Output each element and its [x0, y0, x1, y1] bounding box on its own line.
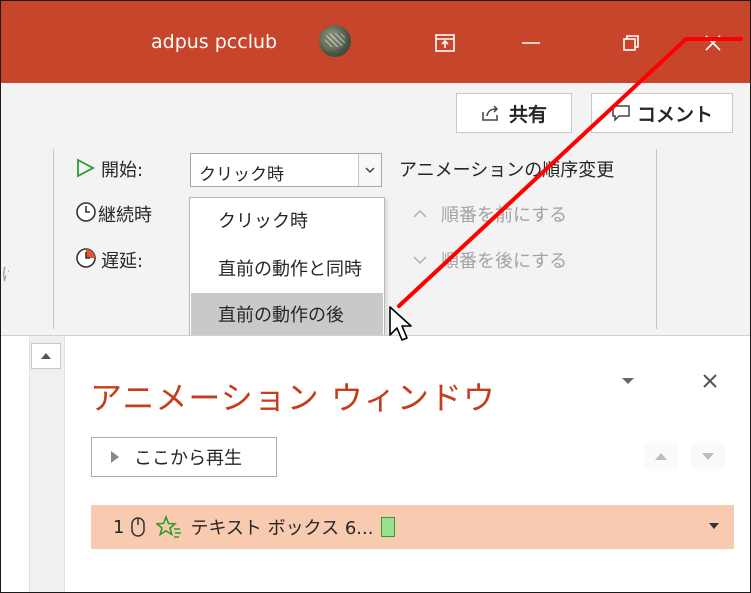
animation-list-item[interactable]: 1 テキスト ボックス 6...	[91, 505, 734, 549]
close-icon	[703, 374, 717, 388]
triangle-up-icon	[41, 353, 51, 359]
chevron-down-icon	[365, 167, 375, 174]
play-icon	[111, 451, 119, 463]
reorder-title: アニメーションの順序変更	[399, 160, 615, 181]
start-select-dropdown-button[interactable]	[358, 154, 381, 186]
move-later-icon	[413, 256, 427, 265]
delay-label: 遅延:	[101, 251, 144, 272]
move-up-button[interactable]	[644, 443, 678, 473]
play-from-button[interactable]: ここから再生	[91, 437, 277, 477]
scrollbar[interactable]	[29, 336, 65, 592]
move-earlier-icon	[413, 209, 427, 218]
triangle-up-icon	[644, 443, 678, 469]
start-dropdown-menu: クリック時 直前の動作と同時 直前の動作の後	[189, 197, 385, 341]
move-later-button[interactable]: 順番を後にする	[441, 247, 567, 273]
app-window: adpus pcclub 共有 コメント 開始: クリック時 アニメーションの順…	[0, 0, 751, 593]
comment-icon	[612, 105, 630, 122]
star-effect-icon	[156, 515, 182, 538]
restore-icon	[623, 35, 639, 51]
minimize-button[interactable]	[511, 23, 551, 63]
animation-item-text: テキスト ボックス 6...	[190, 518, 374, 539]
ribbon-display-icon	[435, 34, 455, 52]
group-separator	[656, 149, 657, 329]
account-name[interactable]: adpus pcclub	[151, 27, 277, 57]
pane-options-button[interactable]	[621, 371, 635, 390]
clock-icon	[76, 202, 96, 222]
pane-close-button[interactable]	[701, 367, 719, 397]
close-button[interactable]	[693, 23, 733, 63]
move-earlier-button[interactable]: 順番を前にする	[441, 201, 567, 227]
restore-button[interactable]	[611, 23, 651, 63]
start-select[interactable]: クリック時	[190, 153, 382, 187]
group-separator	[53, 149, 54, 329]
animation-order-number: 1	[113, 516, 125, 538]
truncated-label: け	[1, 261, 9, 287]
delay-clock-icon	[76, 248, 96, 268]
share-label: 共有	[508, 103, 547, 126]
close-icon	[705, 35, 721, 51]
pane-title: アニメーション ウィンドウ	[90, 379, 496, 417]
pane-divider	[1, 335, 750, 336]
start-select-value: クリック時	[199, 165, 284, 185]
ribbon-display-options-button[interactable]	[425, 23, 465, 63]
menu-item-with-previous[interactable]: 直前の動作と同時	[191, 247, 383, 292]
play-triangle-icon	[77, 158, 95, 178]
menu-item-after-previous[interactable]: 直前の動作の後	[191, 293, 383, 338]
mouse-icon	[131, 517, 146, 537]
avatar[interactable]	[319, 25, 351, 57]
comment-button[interactable]: コメント	[591, 93, 733, 133]
triangle-down-icon	[622, 378, 634, 384]
triangle-down-icon[interactable]	[708, 522, 720, 530]
start-label: 開始:	[101, 160, 144, 181]
move-down-button[interactable]	[691, 443, 725, 473]
share-icon	[482, 105, 499, 121]
menu-item-on-click[interactable]: クリック時	[191, 199, 383, 244]
scroll-up-button[interactable]	[31, 343, 61, 369]
minimize-icon	[522, 42, 540, 44]
comment-label: コメント	[636, 103, 713, 126]
duration-label: 継続時	[98, 205, 152, 226]
timing-bar	[381, 517, 396, 537]
share-button[interactable]: 共有	[456, 93, 572, 133]
play-from-label: ここから再生	[134, 448, 242, 469]
title-bar: adpus pcclub	[1, 1, 750, 83]
triangle-down-icon	[691, 443, 725, 469]
